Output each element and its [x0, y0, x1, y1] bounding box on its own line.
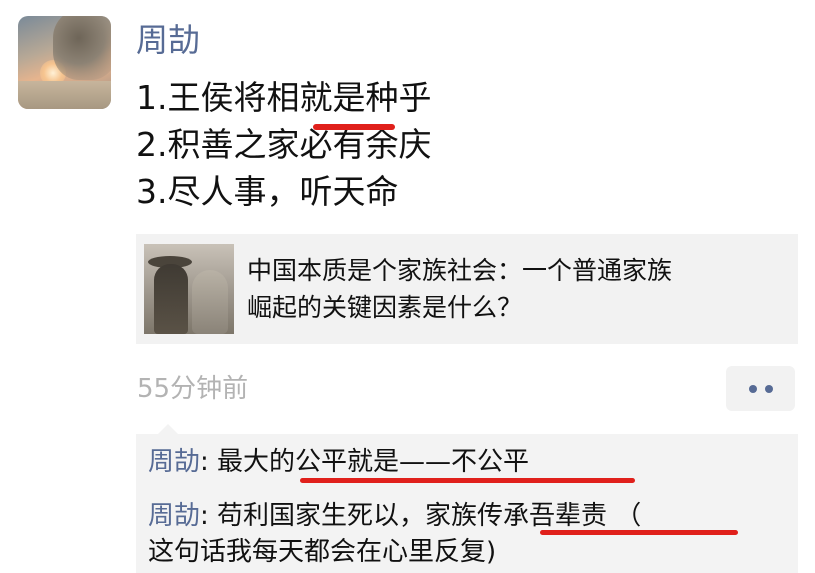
shared-article-card[interactable]: 中国本质是个家族社会：一个普通家族 崛起的关键因素是什么？ — [136, 234, 798, 344]
post-content: 1.王侯将相就是种乎 2.积善之家必有余庆 3.尽人事，听天命 — [136, 74, 432, 215]
red-underline-comment-2 — [540, 530, 738, 535]
comment-separator: : — [200, 447, 218, 477]
comments-pointer — [158, 424, 178, 434]
comment-text: 最大的公平就是——不公平 — [217, 447, 530, 477]
article-thumbnail — [144, 244, 234, 334]
comment-separator: : — [200, 501, 218, 531]
more-actions-button[interactable] — [726, 366, 795, 411]
article-title-line-2: 崛起的关键因素是什么？ — [247, 293, 523, 322]
comment-2-continued: 这句话我每天都会在心里反复) — [148, 532, 496, 572]
avatar-tree — [53, 16, 111, 80]
comment-text-continued: 这句话我每天都会在心里反复) — [148, 537, 497, 567]
thumbnail-horse — [192, 270, 228, 334]
comment-author[interactable]: 周劼 — [148, 447, 200, 477]
post-timestamp: 55分钟前 — [137, 374, 249, 404]
comment-1[interactable]: 周劼: 最大的公平就是——不公平 — [148, 442, 529, 482]
red-underline-comment-1 — [300, 478, 635, 483]
post-author-name[interactable]: 周劼 — [136, 20, 200, 60]
comment-text: 苟利国家生死以，家族传承吾辈责 （ — [217, 501, 642, 531]
more-dot-icon — [764, 384, 773, 393]
red-underline-line1 — [313, 124, 395, 130]
post-line-1: 1.王侯将相就是种乎 — [136, 78, 432, 117]
comments-panel: 周劼: 最大的公平就是——不公平 周劼: 苟利国家生死以，家族传承吾辈责 （ 这… — [136, 424, 798, 573]
avatar-ground — [18, 81, 111, 109]
post-line-3: 3.尽人事，听天命 — [136, 172, 399, 211]
article-title: 中国本质是个家族社会：一个普通家族 崛起的关键因素是什么？ — [247, 252, 787, 326]
comment-author[interactable]: 周劼 — [148, 501, 200, 531]
thumbnail-person — [154, 264, 188, 334]
article-title-line-1: 中国本质是个家族社会：一个普通家族 — [247, 256, 673, 285]
more-dot-icon — [748, 384, 757, 393]
avatar[interactable] — [18, 16, 111, 109]
